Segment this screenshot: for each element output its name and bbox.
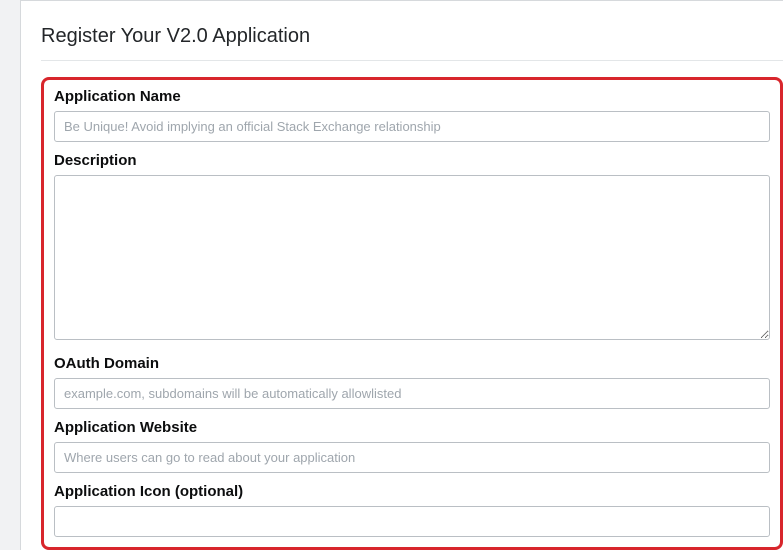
- registration-form: Application Name Description OAuth Domai…: [41, 77, 783, 550]
- input-application-name[interactable]: [54, 111, 770, 142]
- label-application-icon: Application Icon (optional): [54, 483, 770, 500]
- label-description: Description: [54, 152, 770, 169]
- input-application-website[interactable]: [54, 442, 770, 473]
- field-application-name: Application Name: [54, 88, 770, 142]
- input-oauth-domain[interactable]: [54, 378, 770, 409]
- input-description[interactable]: [54, 175, 770, 340]
- label-oauth-domain: OAuth Domain: [54, 355, 770, 372]
- input-application-icon[interactable]: [54, 506, 770, 537]
- label-application-name: Application Name: [54, 88, 770, 105]
- page-container: Register Your V2.0 Application Applicati…: [20, 0, 783, 550]
- field-application-website: Application Website: [54, 419, 770, 473]
- field-description: Description: [54, 152, 770, 345]
- label-application-website: Application Website: [54, 419, 770, 436]
- field-oauth-domain: OAuth Domain: [54, 355, 770, 409]
- page-title: Register Your V2.0 Application: [41, 25, 783, 61]
- field-application-icon: Application Icon (optional): [54, 483, 770, 537]
